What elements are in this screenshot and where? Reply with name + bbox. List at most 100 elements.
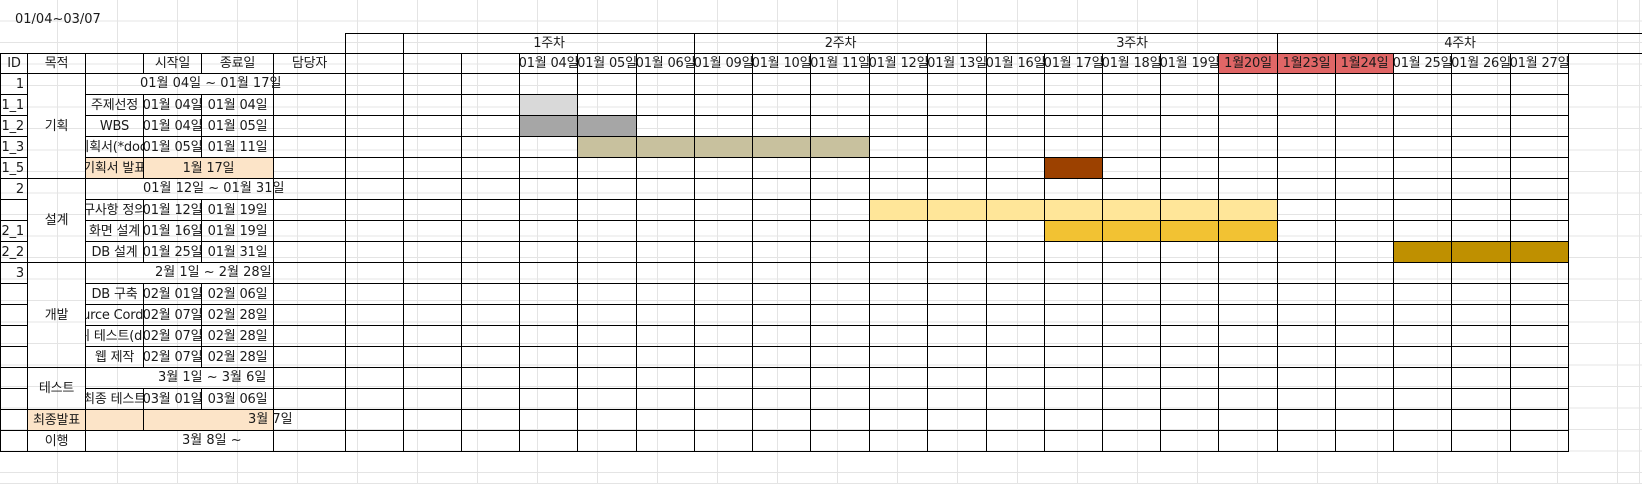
gantt-cell[interactable] — [1335, 346, 1394, 368]
gantt-cell[interactable] — [694, 283, 753, 305]
task-id[interactable] — [0, 367, 28, 389]
gantt-cell[interactable] — [1335, 304, 1394, 326]
gantt-cell[interactable] — [986, 304, 1045, 326]
gantt-cell[interactable] — [461, 262, 520, 284]
date-header[interactable]: 01월 10일 — [752, 53, 811, 74]
gantt-cell[interactable] — [1102, 136, 1161, 158]
gantt-cell[interactable] — [927, 241, 987, 263]
gantt-cell[interactable] — [752, 262, 811, 284]
bar-doc[interactable] — [752, 136, 811, 158]
gantt-cell[interactable] — [1102, 325, 1161, 347]
gantt-cell[interactable] — [461, 73, 520, 95]
gantt-cell[interactable] — [927, 178, 987, 200]
gantt-cell[interactable] — [403, 367, 462, 389]
gantt-cell[interactable] — [694, 388, 753, 410]
gantt-cell[interactable] — [1451, 115, 1511, 137]
date-header[interactable]: 01월 25일 — [1393, 53, 1452, 74]
gantt-cell[interactable] — [461, 94, 520, 116]
gantt-cell[interactable] — [345, 262, 404, 284]
gantt-cell[interactable] — [1451, 388, 1511, 410]
gantt-cell[interactable] — [1451, 367, 1511, 389]
task-id[interactable]: 1_3 — [0, 136, 28, 158]
gantt-cell[interactable] — [869, 73, 928, 95]
gantt-cell[interactable] — [869, 115, 928, 137]
gantt-cell[interactable] — [1218, 136, 1278, 158]
gantt-cell[interactable] — [345, 304, 404, 326]
task-id[interactable]: 1_2 — [0, 115, 28, 137]
gantt-cell[interactable] — [1451, 220, 1511, 242]
gantt-cell[interactable] — [1102, 388, 1161, 410]
gantt-cell[interactable] — [1510, 94, 1569, 116]
group-dev[interactable]: 개발 — [27, 262, 86, 368]
task-start[interactable]: 02월 01일 — [143, 283, 202, 305]
gantt-cell[interactable] — [273, 73, 346, 95]
gantt-cell[interactable] — [1510, 430, 1569, 452]
gantt-cell[interactable] — [345, 73, 404, 95]
gantt-cell[interactable] — [403, 94, 462, 116]
gantt-cell[interactable] — [345, 136, 404, 158]
gantt-cell[interactable] — [636, 73, 695, 95]
gantt-cell[interactable] — [1160, 430, 1219, 452]
gantt-cell[interactable] — [1277, 220, 1336, 242]
gantt-cell[interactable] — [869, 241, 928, 263]
gantt-cell[interactable] — [273, 94, 346, 116]
week-header[interactable]: 2주차 — [694, 33, 987, 54]
task-end[interactable]: 01월 31일 — [201, 241, 274, 263]
date-header[interactable]: 01월 12일 — [869, 53, 928, 74]
gantt-cell[interactable] — [810, 283, 870, 305]
gantt-cell[interactable] — [519, 157, 578, 179]
gantt-cell[interactable] — [1102, 178, 1161, 200]
gantt-cell[interactable] — [1277, 388, 1336, 410]
gantt-cell[interactable] — [752, 115, 811, 137]
task-name[interactable]: DB 설계 — [85, 241, 144, 263]
gantt-cell[interactable] — [577, 325, 637, 347]
date-header[interactable]: 01월 16일 — [986, 53, 1045, 74]
gantt-cell[interactable] — [927, 220, 987, 242]
date-header[interactable]: 01월 18일 — [1102, 53, 1161, 74]
gantt-cell[interactable] — [1510, 409, 1569, 431]
gantt-cell[interactable] — [694, 304, 753, 326]
date-header[interactable]: 01월 13일 — [927, 53, 987, 74]
gantt-cell[interactable] — [1510, 325, 1569, 347]
date-header[interactable]: 01월 27일 — [1510, 53, 1569, 74]
gantt-cell[interactable] — [1160, 346, 1219, 368]
gantt-cell[interactable] — [869, 94, 928, 116]
gantt-cell[interactable] — [986, 73, 1045, 95]
gantt-cell[interactable] — [461, 241, 520, 263]
gantt-cell[interactable] — [1510, 388, 1569, 410]
gantt-cell[interactable] — [810, 157, 870, 179]
gantt-cell[interactable] — [403, 262, 462, 284]
gantt-cell[interactable] — [636, 262, 695, 284]
gantt-cell[interactable] — [1044, 136, 1103, 158]
task-name[interactable]: 요구사항 정의서 — [85, 199, 144, 221]
bar-req[interactable] — [986, 199, 1045, 221]
gantt-cell[interactable] — [1510, 73, 1569, 95]
gantt-cell[interactable] — [519, 136, 578, 158]
gantt-cell[interactable] — [403, 115, 462, 137]
gantt-cell[interactable] — [1335, 220, 1394, 242]
gantt-cell[interactable] — [1160, 73, 1219, 95]
gantt-cell[interactable] — [1102, 115, 1161, 137]
gantt-cell[interactable] — [1451, 94, 1511, 116]
gantt-cell[interactable] — [1218, 178, 1278, 200]
gantt-cell[interactable] — [1218, 304, 1278, 326]
gantt-cell[interactable] — [1510, 346, 1569, 368]
gantt-cell[interactable] — [461, 220, 520, 242]
gantt-cell[interactable] — [1218, 430, 1278, 452]
bar-screen[interactable] — [1218, 220, 1278, 242]
gantt-cell[interactable] — [810, 388, 870, 410]
gantt-cell[interactable] — [403, 178, 462, 200]
gantt-cell[interactable] — [345, 409, 404, 431]
gantt-cell[interactable] — [869, 409, 928, 431]
gantt-cell[interactable] — [1102, 283, 1161, 305]
gantt-cell[interactable] — [1335, 430, 1394, 452]
gantt-cell[interactable] — [1335, 94, 1394, 116]
gantt-cell[interactable] — [403, 220, 462, 242]
gantt-cell[interactable] — [927, 367, 987, 389]
gantt-cell[interactable] — [1510, 220, 1569, 242]
gantt-cell[interactable] — [519, 199, 578, 221]
gantt-cell[interactable] — [1102, 73, 1161, 95]
task-id[interactable]: 2 — [0, 178, 28, 200]
gantt-cell[interactable] — [1510, 199, 1569, 221]
gantt-cell[interactable] — [1451, 73, 1511, 95]
